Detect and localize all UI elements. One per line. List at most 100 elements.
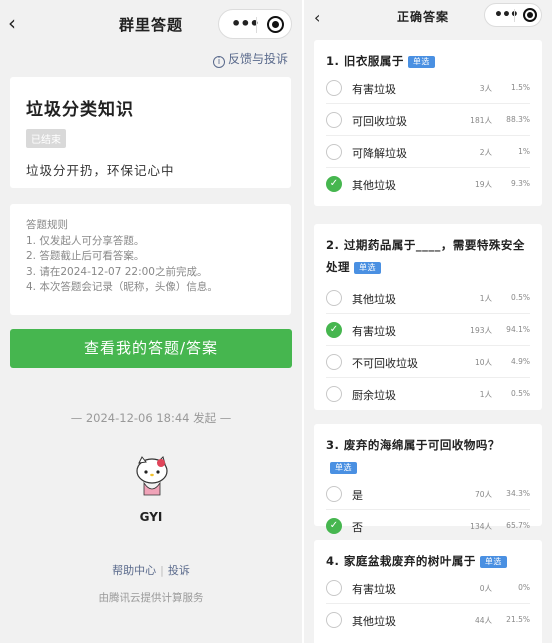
vote-percent: 88.3% — [506, 115, 530, 124]
option-text: 其他垃圾 — [352, 179, 396, 192]
vote-percent: 1% — [518, 147, 530, 156]
option-text: 可降解垃圾 — [352, 147, 407, 160]
powered-by: 由腾讯云提供计算服务 — [98, 592, 204, 604]
answer-option: 其他垃圾 44人 21.5% — [326, 604, 530, 636]
option-text: 有害垃圾 — [352, 325, 396, 338]
vote-count: 44人 — [474, 616, 492, 625]
question-card: 3. 废弃的海绵属于可回收物吗？ 单选 是 70人 34.3% ✓ 否 134人 65.7% — [314, 424, 542, 534]
rules-title: 答题规则 — [26, 219, 68, 231]
vote-percent: 9.3% — [510, 179, 530, 188]
option-text: 其他垃圾 — [352, 293, 396, 306]
capsule-divider — [514, 9, 515, 22]
check-icon: ✓ — [326, 176, 342, 192]
single-choice-tag: 单选 — [330, 462, 357, 474]
question-title: 3. 废弃的海绵属于可回收物吗？ 单选 — [326, 424, 530, 478]
answer-option: 有害垃圾 3人 1.5% — [326, 72, 530, 104]
vote-count: 10人 — [474, 358, 492, 367]
feedback-label: 反馈与投诉 — [227, 52, 288, 66]
miniapp-capsule: ••• — [218, 9, 292, 39]
help-center-link[interactable]: 帮助中心 — [112, 564, 156, 577]
view-my-answers-button[interactable]: 查看我的答题/答案 — [10, 329, 292, 368]
option-text: 是 — [352, 489, 363, 502]
option-text: 有害垃圾 — [352, 83, 396, 96]
rule-item: 4. 本次答题会记录（昵称，头像）信息。 — [26, 281, 218, 293]
question-title: 4. 家庭盆栽废弃的树叶属于 单选 — [326, 540, 530, 572]
question-text: 3. 废弃的海绵属于可回收物吗？ — [326, 438, 500, 452]
single-choice-tag: 单选 — [354, 262, 381, 274]
help-links: 帮助中心 | 投诉 — [0, 562, 302, 578]
vote-percent: 34.3% — [506, 489, 530, 498]
single-choice-tag: 单选 — [479, 556, 507, 568]
answer-option-correct: ✓ 其他垃圾 19人 9.3% — [326, 168, 530, 200]
miniapp-capsule: ••• — [484, 3, 542, 27]
close-miniapp-icon[interactable] — [267, 16, 284, 33]
username: GYI — [139, 510, 163, 524]
answer-option: 厨余垃圾 1人 0.5% — [326, 378, 530, 410]
option-text: 有害垃圾 — [352, 583, 396, 596]
answer-option: 可回收垃圾 181人 88.3% — [326, 104, 530, 136]
question-text: 4. 家庭盆栽废弃的树叶属于 — [326, 554, 476, 568]
radio-icon — [326, 290, 342, 306]
question-card: 2. 过期药品属于____，需要特殊安全处理 单选 其他垃圾 1人 0.5% ✓ 有害垃… — [314, 224, 542, 410]
check-icon: ✓ — [326, 322, 342, 338]
close-miniapp-icon[interactable] — [523, 8, 537, 22]
question-card: 1. 旧衣服属于 单选 有害垃圾 3人 1.5% 可回收垃圾 181人 88.3% 可降解… — [314, 40, 542, 206]
vote-count: 19人 — [474, 180, 492, 189]
answer-option: 不可回收垃圾 10人 4.9% — [326, 346, 530, 378]
radio-icon — [326, 580, 342, 596]
rule-item: 1. 仅发起人可分享答题。 — [26, 234, 145, 247]
capsule-divider — [256, 17, 257, 33]
info-icon: i — [212, 56, 225, 68]
option-text: 可回收垃圾 — [352, 115, 407, 128]
radio-icon — [326, 112, 342, 128]
vote-percent: 4.9% — [510, 357, 530, 366]
question-card: 4. 家庭盆栽废弃的树叶属于 单选 有害垃圾 0人 0% 其他垃圾 44人 21.5% — [314, 540, 542, 643]
answer-option: 其他垃圾 1人 0.5% — [326, 282, 530, 314]
radio-icon — [326, 612, 342, 628]
vote-percent: 21.5% — [506, 615, 530, 624]
quiz-info-card: 垃圾分类知识 已结束 垃圾分开扔，环保记心中 — [10, 77, 291, 188]
vote-count: 0人 — [479, 584, 492, 593]
vote-count: 193人 — [470, 326, 492, 335]
vote-count: 134人 — [470, 522, 492, 531]
vote-count: 3人 — [479, 84, 492, 93]
link-divider: | — [160, 564, 164, 577]
answer-option-correct: ✓ 否 134人 65.7% — [326, 510, 530, 542]
answer-option: 可降解垃圾 2人 1% — [326, 136, 530, 168]
vote-percent: 1.5% — [510, 83, 530, 92]
nav-bar: ‹ 群里答题 ••• — [0, 0, 302, 48]
rule-item: 2. 答题截止后可看答案。 — [26, 250, 145, 262]
question-title: 2. 过期药品属于____，需要特殊安全处理 单选 — [326, 224, 530, 282]
more-icon[interactable]: ••• — [231, 15, 260, 33]
vote-count: 1人 — [479, 294, 492, 303]
vote-percent: 94.1% — [506, 325, 530, 334]
vote-count: 181人 — [470, 116, 492, 125]
vote-count: 70人 — [474, 490, 492, 499]
question-title: 1. 旧衣服属于 单选 — [326, 40, 530, 72]
complaint-link[interactable]: 投诉 — [168, 564, 190, 577]
answer-option: 是 70人 34.3% — [326, 478, 530, 510]
vote-percent: 0.5% — [510, 293, 530, 302]
feedback-link[interactable]: i 反馈与投诉 — [212, 50, 288, 68]
quiz-description: 垃圾分开扔，环保记心中 — [26, 163, 175, 178]
hello-kitty-avatar[interactable] — [133, 455, 171, 497]
quiz-page: ‹ 群里答题 ••• i 反馈与投诉 垃圾分类知识 已结束 垃圾分开扔，环保记心中… — [0, 0, 302, 643]
rule-item: 3. 请在2024-12-07 22:00之前完成。 — [26, 265, 208, 278]
vote-percent: 0% — [518, 583, 530, 592]
check-icon: ✓ — [326, 518, 342, 534]
option-text: 其他垃圾 — [352, 615, 396, 628]
answer-option-correct: ✓ 有害垃圾 193人 94.1% — [326, 314, 530, 346]
single-choice-tag: 单选 — [407, 56, 435, 68]
option-text: 不可回收垃圾 — [352, 357, 418, 370]
radio-icon — [326, 354, 342, 370]
quiz-title: 垃圾分类知识 — [26, 100, 134, 120]
radio-icon — [326, 80, 342, 96]
option-text: 厨余垃圾 — [352, 389, 396, 402]
launch-time: — 2024-12-06 18:44 发起 — — [70, 411, 232, 425]
option-text: 否 — [352, 521, 363, 534]
radio-icon — [326, 144, 342, 160]
question-text: 1. 旧衣服属于 — [326, 54, 404, 68]
radio-icon — [326, 486, 342, 502]
radio-icon — [326, 386, 342, 402]
rules-card: 答题规则 1. 仅发起人可分享答题。 2. 答题截止后可看答案。 3. 请在20… — [10, 204, 291, 315]
